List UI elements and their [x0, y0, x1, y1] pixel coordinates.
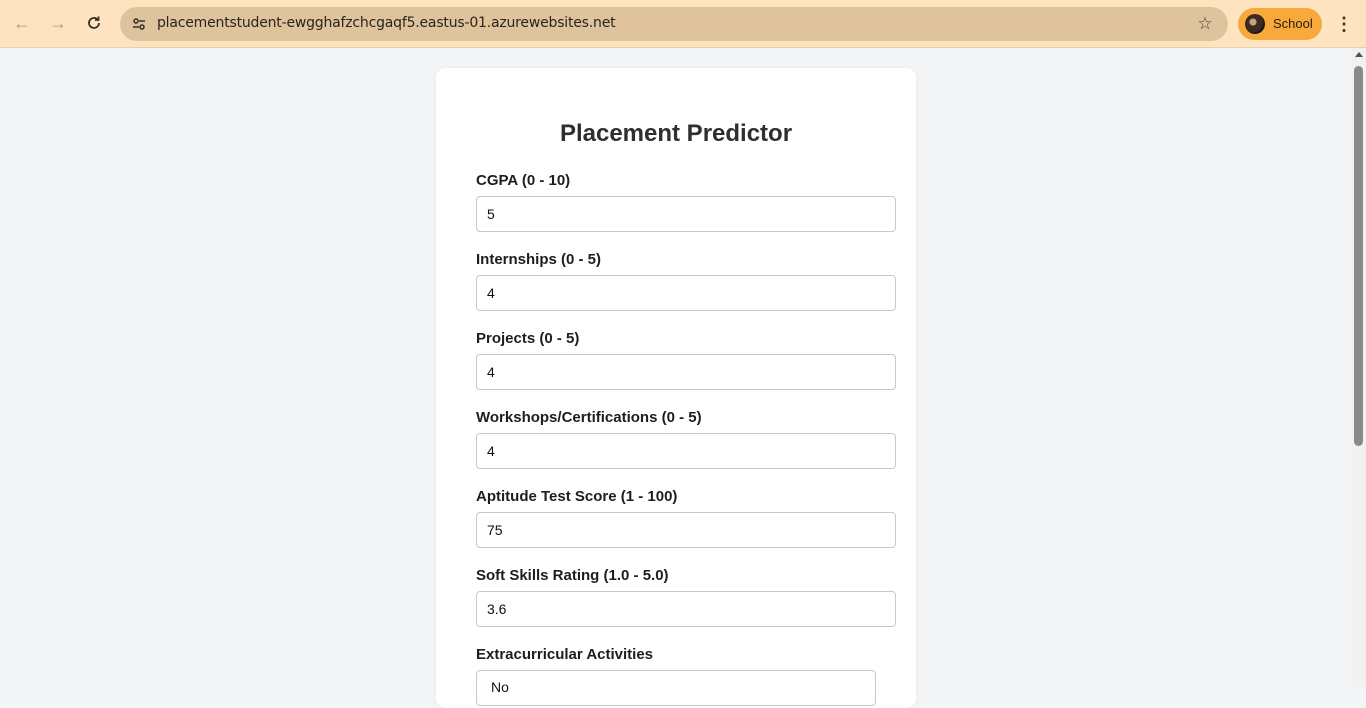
- address-bar[interactable]: placementstudent-ewgghafzchcgaqf5.eastus…: [120, 7, 1228, 41]
- site-info-icon: [133, 18, 145, 30]
- reload-button[interactable]: [80, 9, 108, 37]
- cgpa-input[interactable]: [476, 196, 896, 232]
- profile-name: School: [1273, 16, 1313, 31]
- forward-button[interactable]: →: [44, 9, 72, 37]
- avatar: [1245, 14, 1265, 34]
- forward-arrow-icon: →: [49, 12, 67, 33]
- soft-skills-input[interactable]: [476, 591, 896, 627]
- workshops-label: Workshops/Certifications (0 - 5): [476, 409, 702, 426]
- workshops-input[interactable]: [476, 433, 896, 469]
- aptitude-input[interactable]: [476, 512, 896, 548]
- back-button[interactable]: ←: [8, 9, 36, 37]
- extracurricular-value: No: [491, 679, 509, 695]
- profile-button[interactable]: School: [1238, 8, 1322, 40]
- star-icon: ☆: [1197, 14, 1213, 33]
- url-text[interactable]: placementstudent-ewgghafzchcgaqf5.eastus…: [157, 15, 616, 31]
- page-scrollbar[interactable]: [1352, 48, 1366, 687]
- soft-skills-label: Soft Skills Rating (1.0 - 5.0): [476, 567, 669, 584]
- aptitude-label: Aptitude Test Score (1 - 100): [476, 488, 678, 505]
- reload-icon: [88, 16, 100, 29]
- projects-label: Projects (0 - 5): [476, 330, 580, 347]
- extracurricular-label: Extracurricular Activities: [476, 646, 654, 663]
- page-title: Placement Predictor: [559, 120, 793, 147]
- internships-label: Internships (0 - 5): [476, 251, 602, 268]
- kebab-menu-icon: ⋮: [1335, 13, 1353, 34]
- browser-toolbar: ← → placementstudent-ewgghafzchcgaqf5.ea…: [0, 0, 1366, 48]
- projects-input[interactable]: [476, 354, 896, 390]
- cgpa-label: CGPA (0 - 10): [476, 172, 571, 189]
- predictor-form-card: Placement Predictor CGPA (0 - 10) Intern…: [436, 68, 916, 708]
- bookmark-button[interactable]: ☆: [1194, 13, 1216, 35]
- back-arrow-icon: ←: [13, 12, 31, 33]
- scrollbar-thumb[interactable]: [1354, 66, 1363, 446]
- scroll-up-arrow-icon[interactable]: [1355, 52, 1363, 57]
- extracurricular-select[interactable]: No: [476, 670, 876, 706]
- browser-menu-button[interactable]: ⋮: [1330, 10, 1358, 38]
- site-info-button[interactable]: [128, 13, 150, 35]
- internships-input[interactable]: [476, 275, 896, 311]
